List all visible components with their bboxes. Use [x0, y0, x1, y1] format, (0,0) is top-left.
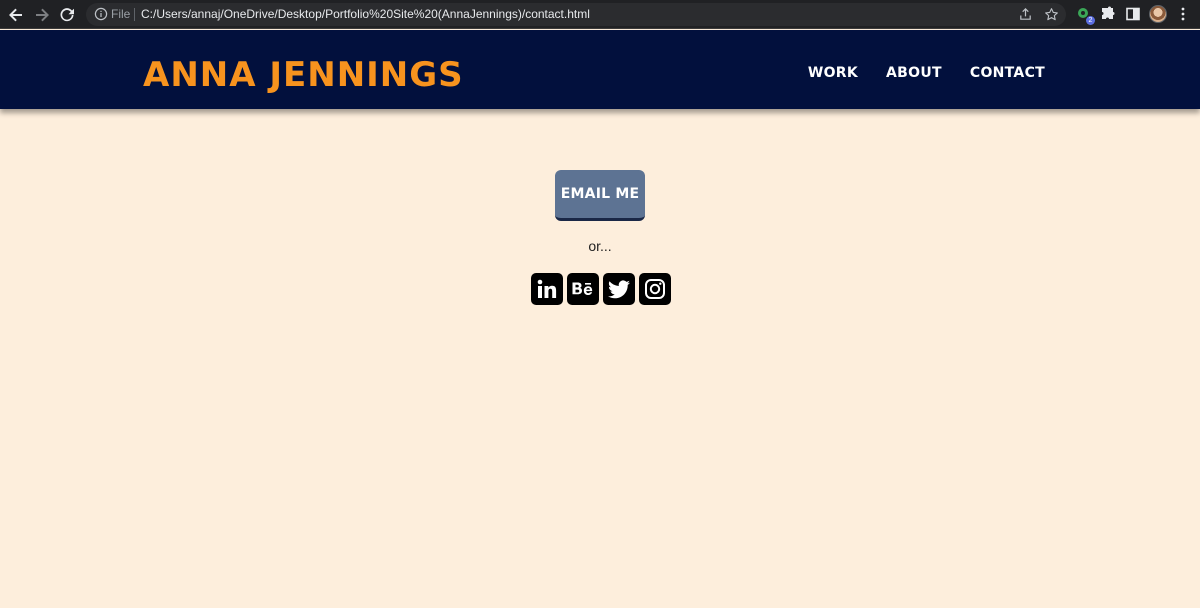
nav-about-link[interactable]: ABOUT: [886, 65, 942, 81]
menu-kebab-icon[interactable]: [1175, 6, 1191, 22]
linkedin-icon[interactable]: [531, 273, 563, 305]
twitter-icon[interactable]: [603, 273, 635, 305]
main-nav: WORK ABOUT CONTACT: [808, 65, 1045, 81]
reload-icon[interactable]: [56, 4, 78, 26]
url-text[interactable]: C:/Users/annaj/OneDrive/Desktop/Portfoli…: [141, 7, 590, 22]
address-bar[interactable]: File C:/Users/annaj/OneDrive/Desktop/Por…: [86, 3, 1066, 26]
or-text: or...: [588, 238, 612, 254]
file-label: File: [111, 7, 131, 21]
instagram-icon[interactable]: [639, 273, 671, 305]
share-icon[interactable]: [1018, 7, 1033, 22]
side-panel-icon[interactable]: [1125, 6, 1141, 22]
back-icon[interactable]: [5, 4, 27, 26]
social-links: [531, 273, 671, 305]
forward-icon[interactable]: [31, 4, 53, 26]
bookmark-star-icon[interactable]: [1044, 7, 1059, 22]
info-icon[interactable]: [94, 7, 108, 21]
extension-badge: 2: [1086, 16, 1095, 25]
address-divider: [134, 8, 135, 21]
profile-avatar[interactable]: [1149, 5, 1167, 23]
email-me-button[interactable]: EMAIL ME: [555, 170, 645, 221]
browser-toolbar: File C:/Users/annaj/OneDrive/Desktop/Por…: [0, 0, 1200, 29]
nav-work-link[interactable]: WORK: [808, 65, 858, 81]
behance-icon[interactable]: [567, 273, 599, 305]
nav-contact-link[interactable]: CONTACT: [970, 65, 1045, 81]
puzzle-icon[interactable]: [1100, 6, 1116, 22]
site-logo-title[interactable]: ANNA JENNINGS: [143, 57, 464, 93]
site-header: ANNA JENNINGS WORK ABOUT CONTACT: [0, 30, 1200, 109]
